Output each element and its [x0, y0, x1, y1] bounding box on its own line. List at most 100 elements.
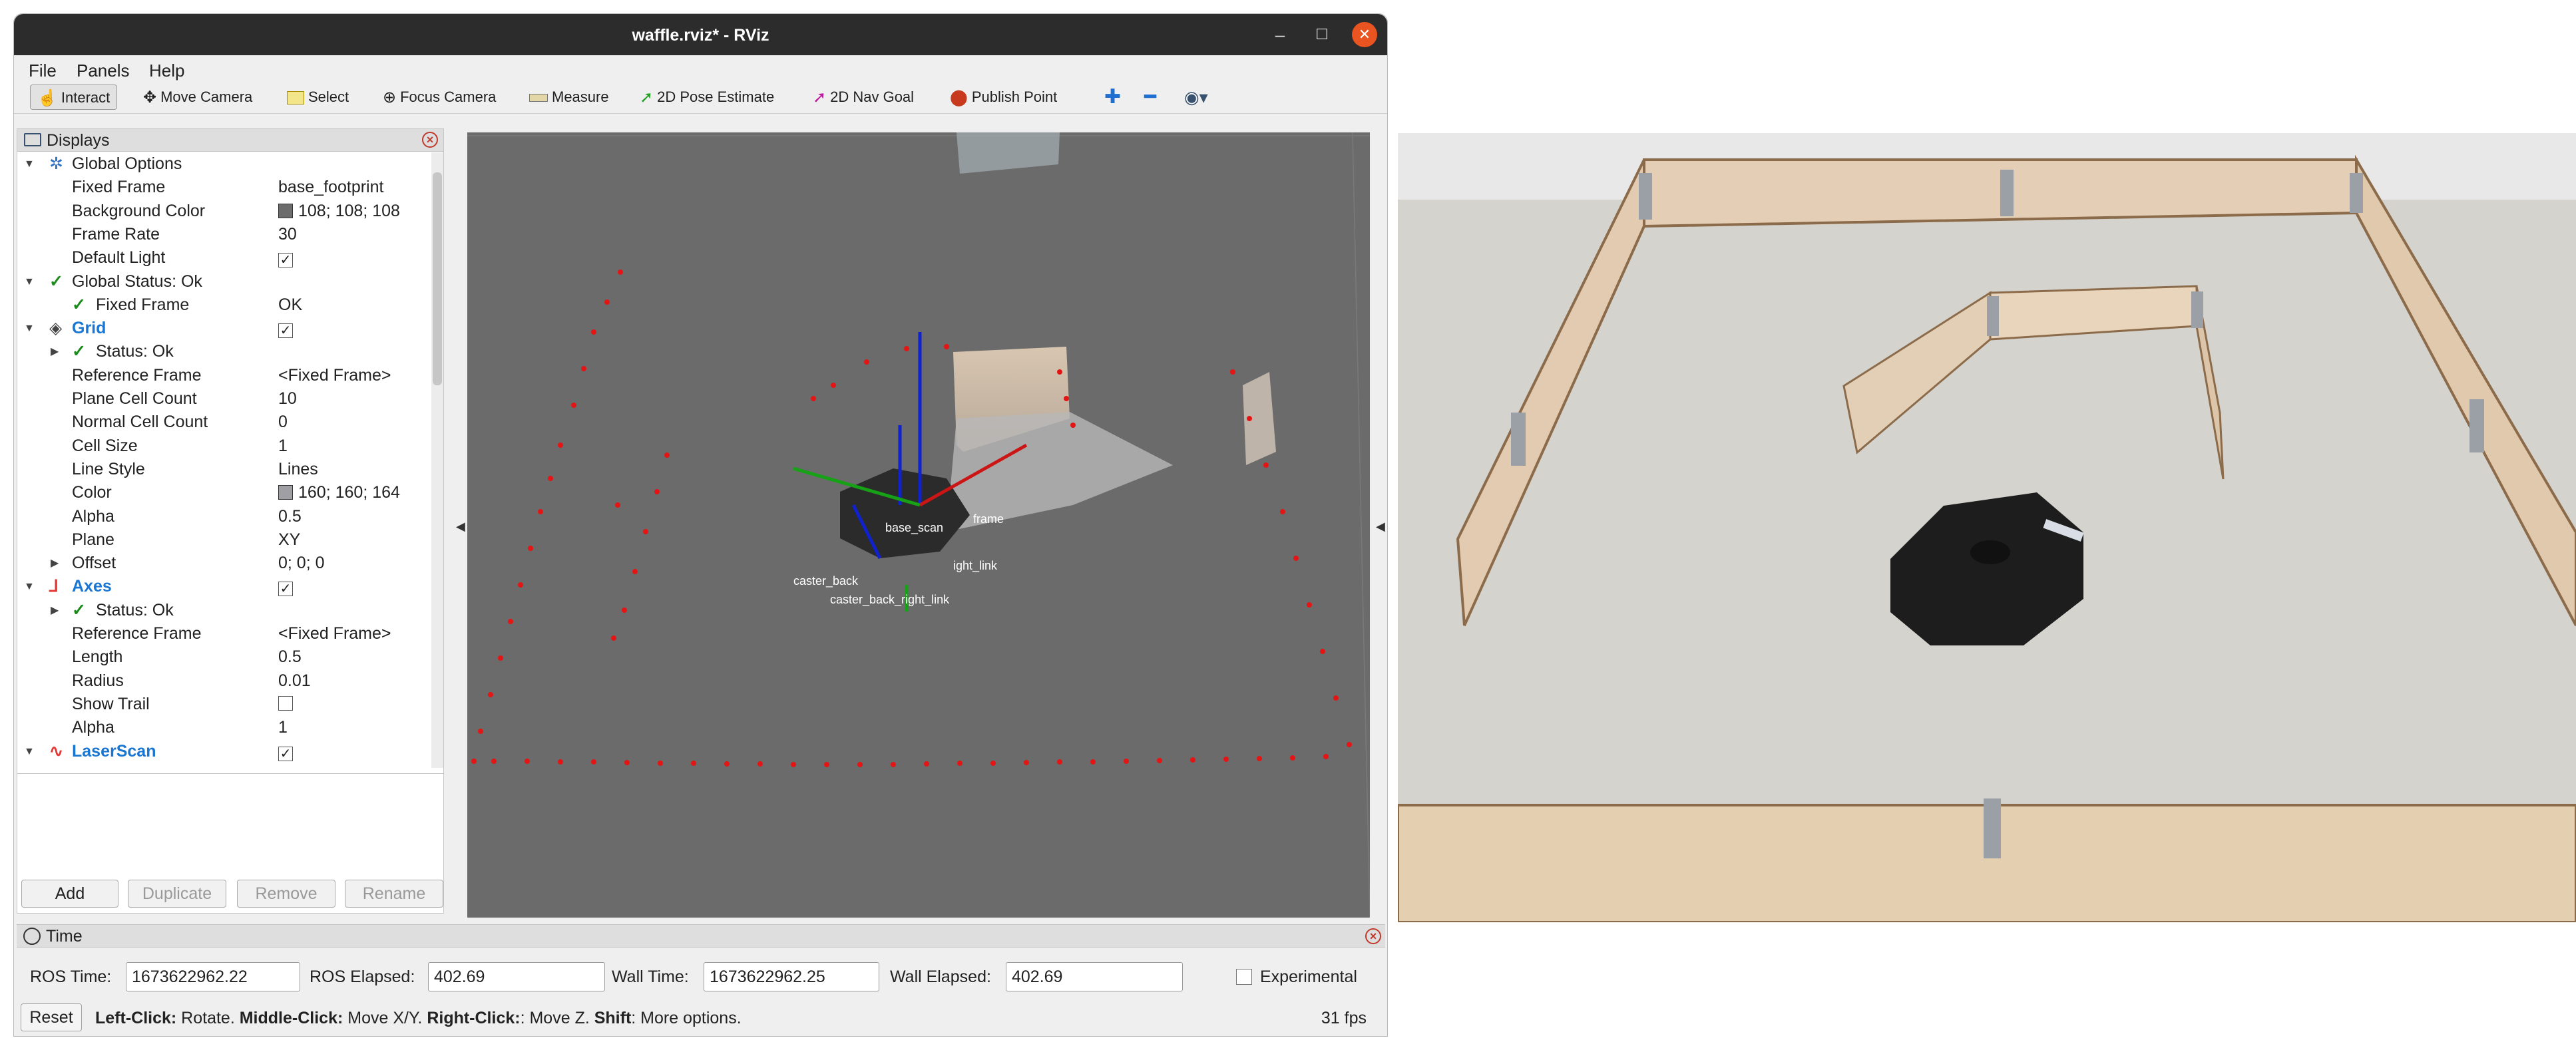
tree-value[interactable]: 0: [278, 411, 288, 434]
tree-value[interactable]: 108; 108; 108: [278, 200, 400, 223]
tree-value[interactable]: base_footprint: [278, 176, 383, 199]
ros-elapsed-field[interactable]: 402.69: [428, 962, 605, 991]
tree-row-show-trail[interactable]: Show Trail: [17, 693, 430, 716]
tree-row-global-options[interactable]: ▼ ✲ Global Options: [17, 152, 430, 176]
tree-value[interactable]: 1: [278, 435, 288, 458]
checkbox-checked[interactable]: ✓: [278, 582, 293, 597]
experimental-checkbox[interactable]: [1236, 969, 1252, 985]
tree-value[interactable]: Lines: [278, 458, 318, 481]
publish-point-button[interactable]: ⬤ Publish Point: [950, 85, 1057, 110]
tree-row-normal-cell-count[interactable]: Normal Cell Count 0: [17, 411, 430, 434]
tree-row-radius[interactable]: Radius 0.01: [17, 669, 430, 693]
tree-row-cell-size[interactable]: Cell Size 1: [17, 435, 430, 458]
tree-row-offset[interactable]: ▶ Offset 0; 0; 0: [17, 552, 430, 575]
display-tree[interactable]: ▼ ✲ Global Options Fixed Frame base_footpri…: [17, 152, 430, 768]
tree-row-plane[interactable]: Plane XY: [17, 528, 430, 552]
checkbox-checked[interactable]: ✓: [278, 746, 293, 761]
tree-value[interactable]: 0.5: [278, 645, 302, 669]
tree-value[interactable]: 10: [278, 387, 297, 411]
tree-row-line-style[interactable]: Line Style Lines: [17, 458, 430, 481]
tree-value[interactable]: <Fixed Frame>: [278, 622, 391, 645]
collapse-right-icon[interactable]: ◀: [1376, 520, 1385, 534]
rename-display-button[interactable]: Rename: [345, 880, 443, 908]
tree-row-grid[interactable]: ▼ ◈ Grid ✓: [17, 317, 430, 340]
tree-label: Background Color: [72, 201, 206, 220]
tree-row-reference-frame[interactable]: Reference Frame <Fixed Frame>: [17, 622, 430, 645]
duplicate-display-button[interactable]: Duplicate: [128, 880, 226, 908]
tree-value[interactable]: ✓: [278, 740, 293, 763]
checkbox-checked[interactable]: ✓: [278, 323, 293, 339]
collapse-arrow-icon[interactable]: ▶: [51, 340, 59, 363]
collapse-left-icon[interactable]: ◀: [456, 520, 465, 534]
monitor-icon: [24, 133, 41, 146]
scrollbar-thumb[interactable]: [433, 172, 442, 385]
wall-time-field[interactable]: 1673622962.25: [704, 962, 879, 991]
close-icon[interactable]: ✕: [1352, 22, 1377, 47]
checkbox-checked[interactable]: ✓: [278, 253, 293, 268]
display-tree-scrollbar[interactable]: [431, 152, 443, 768]
tree-row-frame-rate[interactable]: Frame Rate 30: [17, 223, 430, 246]
tree-row-length[interactable]: Length 0.5: [17, 645, 430, 669]
checkbox-unchecked[interactable]: [278, 695, 293, 711]
tree-value[interactable]: 0.5: [278, 505, 302, 528]
menu-help[interactable]: Help: [149, 61, 184, 81]
expand-arrow-icon[interactable]: ▼: [24, 152, 35, 176]
tree-value[interactable]: ✓: [278, 575, 293, 598]
measure-tool-button[interactable]: Measure: [529, 85, 609, 110]
tree-value[interactable]: ✓: [278, 246, 293, 269]
tree-row-default-light[interactable]: Default Light ✓: [17, 246, 430, 269]
panel-close-icon[interactable]: ×: [422, 132, 438, 148]
maximize-icon[interactable]: ☐: [1309, 22, 1335, 47]
tree-value[interactable]: 1: [278, 716, 288, 739]
expand-arrow-icon[interactable]: ▼: [24, 270, 35, 293]
tree-row-global-status[interactable]: ▼ ✓ Global Status: Ok: [17, 270, 430, 293]
remove-tool-icon[interactable]: ━: [1144, 85, 1156, 110]
expand-arrow-icon[interactable]: ▼: [24, 740, 35, 763]
displays-panel: Displays × ▼ ✲ Global Options Fixed Frame b…: [17, 128, 444, 914]
tree-value[interactable]: ✓: [278, 317, 293, 340]
tree-label: Alpha: [72, 506, 114, 526]
tree-value[interactable]: 30: [278, 223, 297, 246]
pose-estimate-button[interactable]: ➚ 2D Pose Estimate: [640, 85, 774, 110]
render-3d-view[interactable]: base_scan caster_back caster_back_right_…: [467, 132, 1370, 918]
tree-row-alpha[interactable]: Alpha 0.5: [17, 505, 430, 528]
tree-row-color[interactable]: Color 160; 160; 164: [17, 481, 430, 504]
menu-file[interactable]: File: [29, 61, 57, 81]
tree-row-fixed-frame-status[interactable]: ✓ Fixed Frame OK: [17, 293, 430, 317]
tree-row-grid-status[interactable]: ▶ ✓ Status: Ok: [17, 340, 430, 363]
add-tool-icon[interactable]: ✚: [1104, 85, 1121, 110]
tree-row-axes-status[interactable]: ▶ ✓ Status: Ok: [17, 599, 430, 622]
tree-value[interactable]: <Fixed Frame>: [278, 364, 391, 387]
minimize-icon[interactable]: –: [1267, 22, 1293, 47]
collapse-arrow-icon[interactable]: ▶: [51, 552, 59, 575]
tree-row-fixed-frame[interactable]: Fixed Frame base_footprint: [17, 176, 430, 199]
nav-goal-button[interactable]: ➚ 2D Nav Goal: [813, 85, 914, 110]
expand-arrow-icon[interactable]: ▼: [24, 317, 35, 340]
panel-close-icon[interactable]: ×: [1365, 928, 1381, 944]
tree-row-reference-frame[interactable]: Reference Frame <Fixed Frame>: [17, 364, 430, 387]
tree-value[interactable]: [278, 693, 293, 716]
interact-tool-button[interactable]: ☝ Interact: [30, 85, 118, 110]
select-tool-button[interactable]: Select: [287, 85, 349, 110]
tree-row-plane-cell-count[interactable]: Plane Cell Count 10: [17, 387, 430, 411]
move-camera-button[interactable]: ✥ Move Camera: [143, 85, 252, 110]
tree-row-axes[interactable]: ▼ ⅃ Axes ✓: [17, 575, 430, 598]
tree-value[interactable]: 160; 160; 164: [278, 481, 400, 504]
tree-row-laserscan[interactable]: ▼ ∿ LaserScan ✓: [17, 740, 430, 763]
tree-value[interactable]: 0.01: [278, 669, 311, 693]
add-display-button[interactable]: Add: [21, 880, 118, 908]
tree-row-background-color[interactable]: Background Color 108; 108; 108: [17, 200, 430, 223]
focus-camera-button[interactable]: ⊕ Focus Camera: [383, 85, 496, 110]
eye-view-icon[interactable]: ◉▾: [1184, 85, 1208, 110]
wall-elapsed-field[interactable]: 402.69: [1006, 962, 1183, 991]
menu-panels[interactable]: Panels: [77, 61, 130, 81]
tree-value[interactable]: 0; 0; 0: [278, 552, 325, 575]
tree-value[interactable]: XY: [278, 528, 300, 552]
tree-row-alpha[interactable]: Alpha 1: [17, 716, 430, 739]
select-icon: [287, 91, 304, 105]
remove-display-button[interactable]: Remove: [237, 880, 335, 908]
reset-button[interactable]: Reset: [21, 1003, 82, 1031]
ros-time-field[interactable]: 1673622962.22: [126, 962, 300, 991]
expand-arrow-icon[interactable]: ▼: [24, 575, 35, 598]
collapse-arrow-icon[interactable]: ▶: [51, 599, 59, 622]
